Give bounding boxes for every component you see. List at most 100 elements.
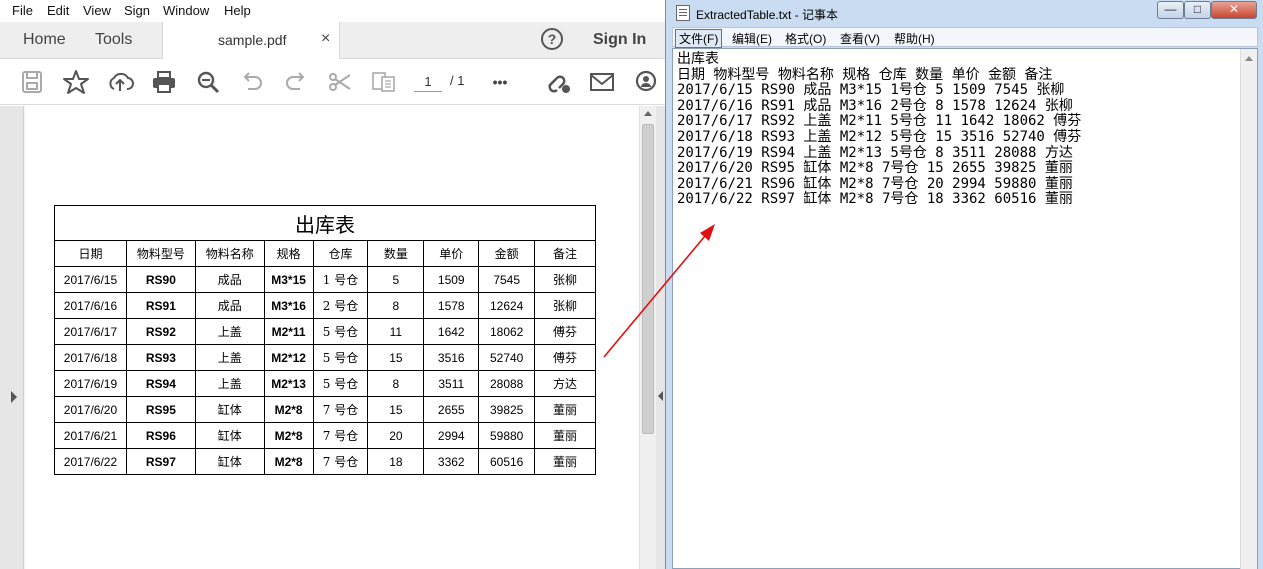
right-panel-splitter[interactable]: [656, 106, 665, 569]
text-line: 2017/6/19 RS94 上盖 M2*13 5号仓 8 3511 28088…: [677, 144, 1073, 161]
table-cell: 成品: [194, 266, 265, 293]
collapse-right-panel-icon[interactable]: [658, 391, 663, 401]
menu-view[interactable]: View: [83, 3, 111, 18]
table-cell: 上盖: [194, 370, 265, 397]
header-cell: 备注: [534, 240, 596, 267]
notepad-title: ExtractedTable.txt - 记事本: [696, 8, 839, 22]
scrollbar-thumb[interactable]: [642, 124, 654, 434]
table-cell: 5 号仓: [312, 344, 369, 371]
menu-file[interactable]: File: [12, 3, 33, 18]
table-cell: 3516: [423, 344, 480, 371]
mail-icon[interactable]: [588, 69, 616, 95]
table-cell: 60516: [478, 448, 536, 475]
menu-sign[interactable]: Sign: [124, 3, 150, 18]
notepad-app-icon[interactable]: [676, 5, 690, 21]
upload-icon[interactable]: [106, 69, 134, 95]
table-row: 2017/6/22 RS97 缸体 M2*8 7 号仓 18 3362 60516 董丽: [54, 448, 596, 475]
table-cell: 方达: [534, 370, 596, 397]
scroll-up-icon[interactable]: [1245, 56, 1253, 61]
table-cell: 3362: [423, 448, 480, 475]
notepad-menubar: 文件(F) 编辑(E) 格式(O) 查看(V) 帮助(H): [672, 27, 1258, 48]
add-user-icon[interactable]: [632, 69, 660, 95]
table-cell: 2017/6/18: [54, 344, 127, 371]
help-icon[interactable]: ?: [541, 28, 563, 50]
undo-icon[interactable]: [238, 69, 266, 95]
tab-tools[interactable]: Tools: [95, 31, 132, 49]
close-tab-icon[interactable]: ×: [321, 30, 330, 48]
table-cell: 8: [367, 370, 425, 397]
table-cell: 2017/6/19: [54, 370, 127, 397]
zoom-icon[interactable]: [194, 69, 222, 95]
table-cell: M2*13: [263, 370, 314, 397]
table-cell: 7 号仓: [312, 396, 369, 423]
print-icon[interactable]: [150, 69, 178, 95]
text-line: 2017/6/17 RS92 上盖 M2*11 5号仓 11 1642 1806…: [677, 113, 1082, 130]
minimize-button[interactable]: —: [1157, 1, 1184, 19]
pdf-reader-window: File Edit View Sign Window Help Home Too…: [0, 0, 665, 569]
table-cell: 5 号仓: [312, 370, 369, 397]
table-row: 2017/6/17 RS92 上盖 M2*11 5 号仓 11 1642 18062 傅芬: [54, 318, 596, 345]
table-cell: RS96: [125, 422, 196, 449]
text-line: 2017/6/16 RS91 成品 M3*16 2号仓 8 1578 12624…: [677, 97, 1073, 114]
maximize-button[interactable]: □: [1184, 1, 1211, 19]
text-line: 日期 物料型号 物料名称 规格 仓库 数量 单价 金额 备注: [677, 66, 1053, 83]
table-cell: 12624: [478, 292, 536, 319]
menu-edit[interactable]: Edit: [47, 3, 69, 18]
scroll-up-icon[interactable]: [644, 111, 652, 116]
table-cell: M2*8: [263, 396, 314, 423]
notepad-scrollbar[interactable]: [1240, 49, 1257, 569]
table-cell: 董丽: [534, 396, 596, 423]
table-cell: 59880: [478, 422, 536, 449]
viewer-scrollbar[interactable]: [639, 106, 656, 569]
menu-window[interactable]: Window: [163, 3, 209, 18]
sign-in-button[interactable]: Sign In: [593, 31, 646, 49]
text-line: 2017/6/22 RS97 缸体 M2*8 7号仓 18 3362 60516…: [677, 191, 1073, 208]
notepad-window: ExtractedTable.txt - 记事本 — □ ✕ 文件(F) 编辑(…: [665, 0, 1263, 569]
table-cell: RS95: [125, 396, 196, 423]
notepad-content[interactable]: 出库表 日期 物料型号 物料名称 规格 仓库 数量 单价 金额 备注 2017/6/…: [677, 51, 1082, 208]
close-button[interactable]: ✕: [1211, 1, 1257, 19]
table-cell: 2017/6/22: [54, 448, 127, 475]
table-cell: 1642: [423, 318, 480, 345]
text-line: 2017/6/18 RS93 上盖 M2*12 5号仓 15 3516 5274…: [677, 128, 1082, 145]
table-cell: RS92: [125, 318, 196, 345]
menu-file-zh[interactable]: 文件(F): [675, 29, 723, 48]
table-row: 2017/6/21 RS96 缸体 M2*8 7 号仓 20 2994 59880 董丽: [54, 422, 596, 449]
table-cell: 上盖: [194, 344, 265, 371]
redo-icon[interactable]: [282, 69, 310, 95]
table-cell: 2655: [423, 396, 480, 423]
header-cell: 日期: [54, 240, 127, 267]
link-share-icon[interactable]: [544, 69, 572, 95]
table-cell: 张柳: [534, 292, 596, 319]
table-cell: 39825: [478, 396, 536, 423]
menu-help[interactable]: Help: [224, 3, 251, 18]
more-icon[interactable]: •••: [486, 69, 514, 95]
menu-view-zh[interactable]: 查看(V): [840, 30, 880, 47]
table-cell: 18: [367, 448, 425, 475]
header-cell: 仓库: [312, 240, 369, 267]
expand-left-panel-icon[interactable]: [11, 391, 17, 403]
table-row: 2017/6/16 RS91 成品 M3*16 2 号仓 8 1578 12624 张柳: [54, 292, 596, 319]
tab-home[interactable]: Home: [23, 31, 66, 49]
table-cell: M2*8: [263, 422, 314, 449]
save-icon[interactable]: [18, 69, 46, 95]
left-panel-rail[interactable]: [0, 106, 24, 569]
text-line: 2017/6/21 RS96 缸体 M2*8 7号仓 20 2994 59880…: [677, 175, 1073, 192]
tab-document[interactable]: sample.pdf ×: [162, 22, 340, 59]
page-number-input[interactable]: 1: [414, 72, 442, 92]
menu-edit-zh[interactable]: 编辑(E): [732, 30, 772, 47]
header-cell: 规格: [263, 240, 314, 267]
menu-format-zh[interactable]: 格式(O): [785, 30, 826, 47]
scissors-icon[interactable]: [326, 69, 354, 95]
table-cell: 5 号仓: [312, 318, 369, 345]
star-icon[interactable]: [62, 69, 90, 95]
menu-help-zh[interactable]: 帮助(H): [894, 30, 935, 47]
notepad-text-area[interactable]: 出库表 日期 物料型号 物料名称 规格 仓库 数量 单价 金额 备注 2017/6/…: [672, 48, 1258, 569]
notepad-titlebar[interactable]: ExtractedTable.txt - 记事本 — □ ✕: [666, 0, 1263, 26]
table-cell: RS93: [125, 344, 196, 371]
table-cell: 2994: [423, 422, 480, 449]
compare-icon[interactable]: [370, 69, 398, 95]
table-cell: 15: [367, 344, 425, 371]
table-cell: 1 号仓: [312, 266, 369, 293]
table-cell: RS91: [125, 292, 196, 319]
